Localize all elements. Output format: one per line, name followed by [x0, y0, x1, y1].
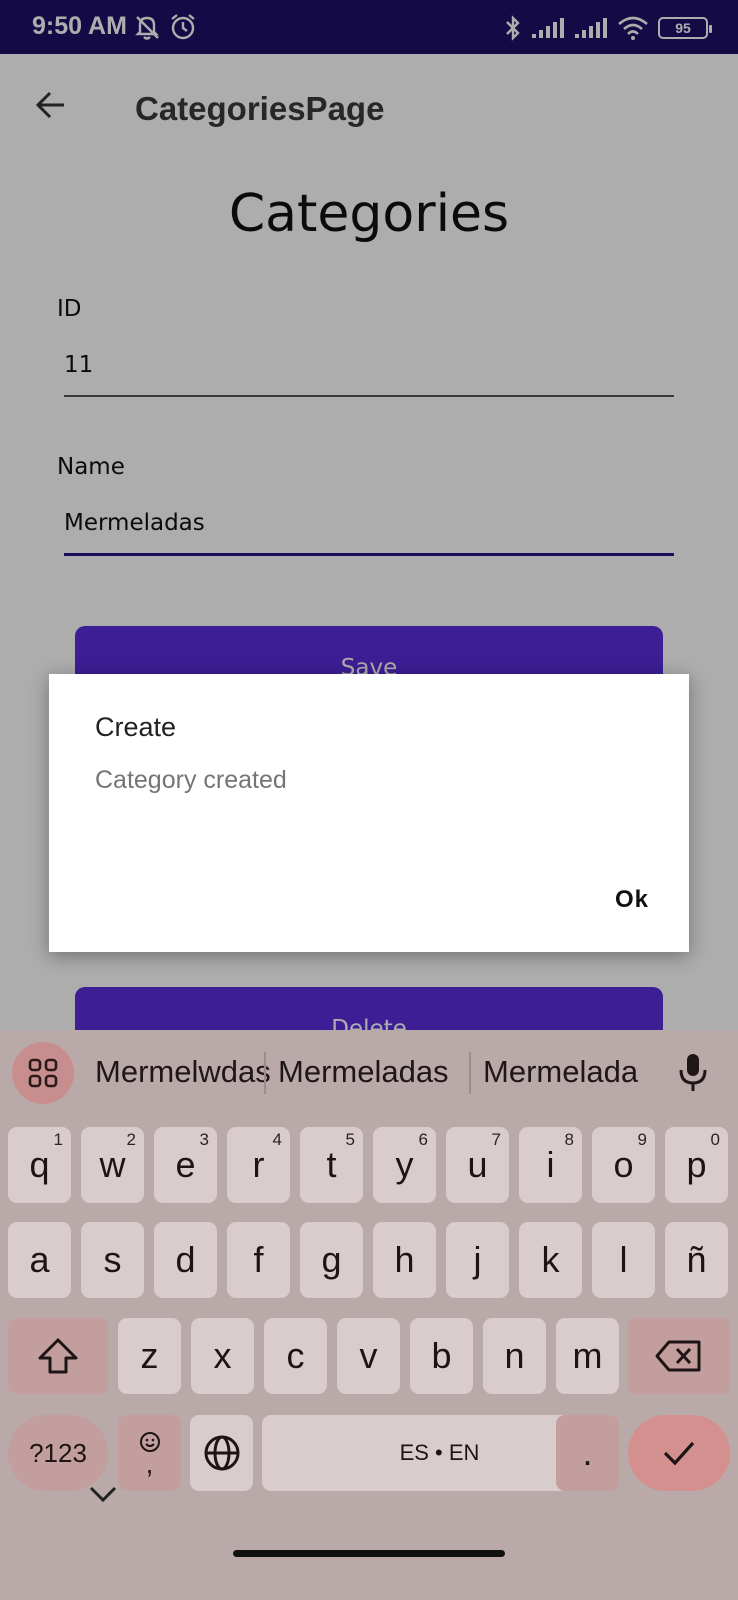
- key-y[interactable]: y6: [373, 1127, 436, 1203]
- suggestion-2[interactable]: Mermeladas: [278, 1054, 449, 1090]
- key-label: t: [326, 1144, 337, 1185]
- key-label: p: [686, 1144, 707, 1185]
- key-g[interactable]: g: [300, 1222, 363, 1298]
- globe-icon: [204, 1435, 239, 1471]
- soft-keyboard: Mermelwdas Mermeladas Mermelada ?123 , E…: [0, 1030, 738, 1600]
- key-e[interactable]: e3: [154, 1127, 217, 1203]
- key-r[interactable]: r4: [227, 1127, 290, 1203]
- key-label: f: [253, 1239, 264, 1280]
- suggestion-1[interactable]: Mermelwdas: [95, 1054, 271, 1090]
- key-label: a: [29, 1239, 50, 1280]
- key-hint: 1: [53, 1130, 63, 1149]
- suggestion-divider: [264, 1052, 266, 1094]
- key-label: s: [103, 1239, 122, 1280]
- microphone-icon[interactable]: [676, 1052, 710, 1094]
- suggestion-divider: [469, 1052, 471, 1094]
- key-label: r: [252, 1144, 265, 1185]
- comma-label: ,: [145, 1448, 154, 1479]
- key-j[interactable]: j: [446, 1222, 509, 1298]
- backspace-icon: [655, 1340, 701, 1372]
- key-label: b: [431, 1335, 452, 1376]
- key-n[interactable]: n: [483, 1318, 546, 1394]
- key-label: z: [140, 1335, 159, 1376]
- key-hint: 5: [345, 1130, 355, 1149]
- language-key[interactable]: [190, 1415, 253, 1491]
- key-hint: 9: [637, 1130, 647, 1149]
- key-hint: 8: [564, 1130, 574, 1149]
- key-label: q: [29, 1144, 50, 1185]
- ok-button[interactable]: Ok: [615, 886, 649, 914]
- backspace-key[interactable]: [628, 1318, 730, 1394]
- key-t[interactable]: t5: [300, 1127, 363, 1203]
- key-hint: 2: [126, 1130, 136, 1149]
- key-label: i: [546, 1144, 555, 1185]
- key-label: e: [175, 1144, 196, 1185]
- key-c[interactable]: c: [264, 1318, 327, 1394]
- key-z[interactable]: z: [118, 1318, 181, 1394]
- symbols-key[interactable]: ?123: [8, 1415, 108, 1491]
- period-key[interactable]: .: [556, 1415, 619, 1491]
- key-hint: 0: [710, 1130, 720, 1149]
- key-label: k: [541, 1239, 560, 1280]
- key-x[interactable]: x: [191, 1318, 254, 1394]
- key-f[interactable]: f: [227, 1222, 290, 1298]
- key-w[interactable]: w2: [81, 1127, 144, 1203]
- key-p[interactable]: p0: [665, 1127, 728, 1203]
- key-u[interactable]: u7: [446, 1127, 509, 1203]
- enter-key[interactable]: [628, 1415, 730, 1491]
- key-label: m: [572, 1335, 603, 1376]
- checkmark-icon: [663, 1441, 695, 1466]
- key-hint: 6: [418, 1130, 428, 1149]
- key-label: c: [286, 1335, 305, 1376]
- key-o[interactable]: o9: [592, 1127, 655, 1203]
- suggestion-bar: Mermelwdas Mermeladas Mermelada: [0, 1030, 738, 1114]
- key-label: ñ: [686, 1239, 707, 1280]
- key-label: w: [99, 1144, 126, 1185]
- space-label: ES • EN: [399, 1440, 480, 1465]
- key-s[interactable]: s: [81, 1222, 144, 1298]
- dialog-title: Create: [95, 712, 177, 742]
- key-label: n: [504, 1335, 525, 1376]
- grid-icon: [28, 1058, 58, 1088]
- key-label: j: [473, 1239, 482, 1280]
- key-i[interactable]: i8: [519, 1127, 582, 1203]
- key-v[interactable]: v: [337, 1318, 400, 1394]
- dialog-message: Category created: [95, 766, 287, 794]
- key-h[interactable]: h: [373, 1222, 436, 1298]
- key-ñ[interactable]: ñ: [665, 1222, 728, 1298]
- chevron-down-icon[interactable]: [88, 1484, 118, 1504]
- key-m[interactable]: m: [556, 1318, 619, 1394]
- key-hint: 4: [272, 1130, 282, 1149]
- shift-icon: [38, 1338, 78, 1374]
- key-label: o: [613, 1144, 634, 1185]
- key-label: y: [395, 1144, 414, 1185]
- key-hint: 7: [491, 1130, 501, 1149]
- suggestion-3[interactable]: Mermelada: [483, 1054, 638, 1090]
- emoji-comma-key[interactable]: ,: [118, 1415, 181, 1491]
- key-label: l: [619, 1239, 628, 1280]
- key-label: v: [359, 1335, 378, 1376]
- alert-dialog: Create Category created Ok: [49, 674, 689, 952]
- key-l[interactable]: l: [592, 1222, 655, 1298]
- gesture-nav-handle[interactable]: [233, 1550, 505, 1557]
- key-k[interactable]: k: [519, 1222, 582, 1298]
- key-d[interactable]: d: [154, 1222, 217, 1298]
- key-hint: 3: [199, 1130, 209, 1149]
- shift-key[interactable]: [8, 1318, 108, 1394]
- apps-grid-button[interactable]: [12, 1042, 74, 1104]
- key-b[interactable]: b: [410, 1318, 473, 1394]
- key-label: x: [213, 1335, 232, 1376]
- key-a[interactable]: a: [8, 1222, 71, 1298]
- key-label: h: [394, 1239, 415, 1280]
- key-label: g: [321, 1239, 342, 1280]
- key-label: u: [467, 1144, 488, 1185]
- key-label: d: [175, 1239, 196, 1280]
- key-q[interactable]: q1: [8, 1127, 71, 1203]
